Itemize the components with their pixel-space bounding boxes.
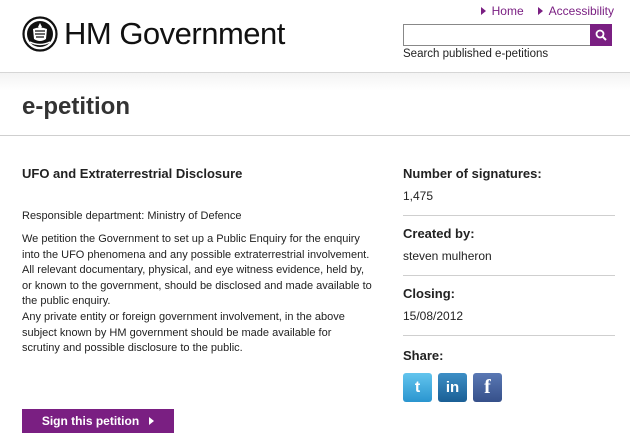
signatures-label: Number of signatures: bbox=[403, 166, 542, 181]
petition-paragraph: We petition the Government to set up a P… bbox=[22, 233, 372, 308]
search-input[interactable] bbox=[403, 24, 590, 46]
petition-sidebar: Number of signatures: 1,475 Created by: … bbox=[403, 160, 615, 402]
arrow-right-icon bbox=[480, 7, 486, 15]
closing-date: 15/08/2012 bbox=[403, 309, 464, 323]
sign-petition-label: Sign this petition bbox=[41, 414, 140, 428]
share-block: Share: t in f bbox=[403, 336, 615, 402]
arrow-right-icon bbox=[537, 7, 543, 15]
page-title: e-petition bbox=[22, 93, 130, 120]
signatures-count: 1,475 bbox=[403, 189, 434, 203]
sign-petition-button[interactable]: Sign this petition bbox=[22, 409, 174, 433]
petition-paragraph: Any private entity or foreign government… bbox=[22, 310, 345, 355]
creator-name: steven mulheron bbox=[403, 249, 492, 263]
search-caption: Search published e-petitions bbox=[403, 48, 549, 60]
petition-content: UFO and Extraterrestrial Disclosure Resp… bbox=[22, 160, 372, 357]
responsible-department: Responsible department: Ministry of Defe… bbox=[22, 210, 242, 222]
site-header: HM Government Home Accessibility Search … bbox=[0, 0, 630, 72]
share-label: Share: bbox=[403, 348, 444, 363]
top-links: Home Accessibility bbox=[480, 4, 614, 18]
logo-text: HM Government bbox=[64, 16, 285, 51]
created-by-label: Created by: bbox=[403, 226, 475, 241]
petition-text: We petition the Government to set up a P… bbox=[22, 232, 372, 357]
hm-government-logo[interactable]: HM Government bbox=[22, 16, 285, 52]
petition-title: UFO and Extraterrestrial Disclosure bbox=[22, 166, 243, 181]
closing-label: Closing: bbox=[403, 286, 455, 301]
share-icons: t in f bbox=[403, 373, 615, 402]
royal-crest-icon bbox=[22, 16, 58, 52]
search-box bbox=[403, 24, 612, 46]
arrow-right-icon bbox=[149, 417, 155, 425]
closing-block: Closing: 15/08/2012 bbox=[403, 276, 615, 336]
facebook-icon[interactable]: f bbox=[473, 373, 502, 402]
accessibility-link[interactable]: Accessibility bbox=[537, 4, 614, 18]
signatures-block: Number of signatures: 1,475 bbox=[403, 160, 615, 216]
accessibility-link-label: Accessibility bbox=[548, 4, 614, 18]
search-button[interactable] bbox=[590, 24, 612, 46]
home-link[interactable]: Home bbox=[480, 4, 524, 18]
linkedin-icon[interactable]: in bbox=[438, 373, 467, 402]
twitter-icon[interactable]: t bbox=[403, 373, 432, 402]
title-band: e-petition bbox=[0, 72, 630, 136]
search-icon bbox=[595, 29, 607, 41]
created-by-block: Created by: steven mulheron bbox=[403, 216, 615, 276]
home-link-label: Home bbox=[491, 4, 524, 18]
